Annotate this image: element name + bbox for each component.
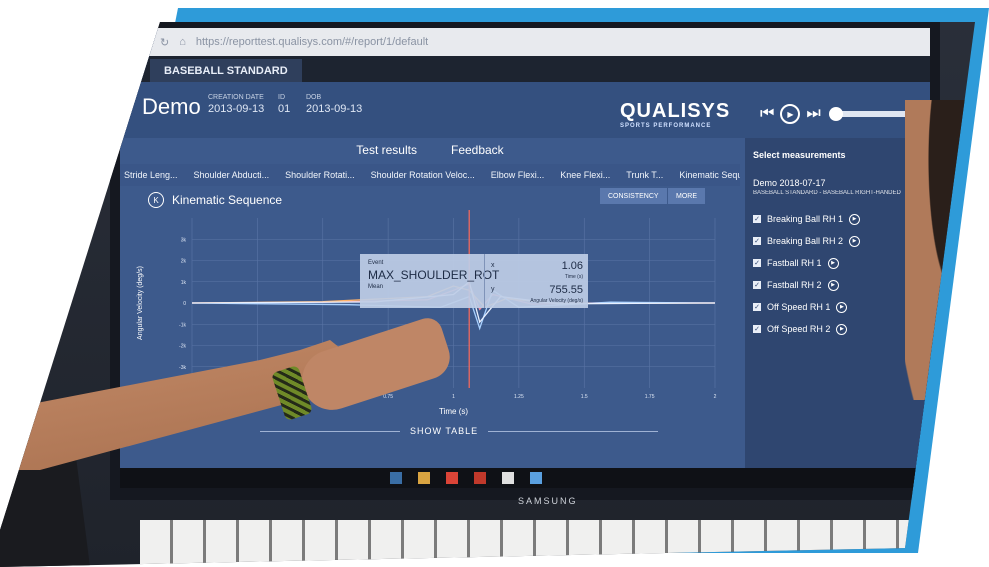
checkbox-icon[interactable]: ✓ bbox=[753, 281, 761, 289]
skip-back-icon[interactable]: ⏮ bbox=[760, 105, 774, 123]
y-tick-label: 0 bbox=[183, 301, 186, 307]
y-tick-label: -2k bbox=[179, 344, 186, 350]
monitor-brand: SAMSUNG bbox=[518, 496, 578, 506]
skip-forward-icon[interactable]: ⏭ bbox=[806, 105, 820, 123]
sidebar-session: Demo 2018-07-17 BASEBALL STANDARD - BASE… bbox=[753, 178, 901, 196]
more-button[interactable]: MORE bbox=[668, 188, 705, 204]
kinematic-icon: K bbox=[148, 192, 164, 208]
chart-tooltip: Event MAX_SHOULDER_ROT Mean x 1.06 Time … bbox=[360, 254, 588, 308]
tab-knee-flexion[interactable]: Knee Flexi... bbox=[560, 170, 610, 180]
tab-shoulder-abduction[interactable]: Shoulder Abducti... bbox=[194, 170, 270, 180]
checkbox-icon[interactable]: ✓ bbox=[753, 215, 761, 223]
meta-id: ID 01 bbox=[278, 94, 291, 115]
tab-elbow-flexion[interactable]: Elbow Flexi... bbox=[491, 170, 545, 180]
play-icon[interactable]: ▶ bbox=[849, 213, 861, 225]
x-tick-label: 1.25 bbox=[514, 394, 524, 400]
tab-kinematic-sequence[interactable]: Kinematic Sequence bbox=[679, 170, 740, 180]
divider-left bbox=[260, 431, 400, 432]
play-icon[interactable]: ▶ bbox=[849, 235, 861, 247]
consistency-button[interactable]: CONSISTENCY bbox=[600, 188, 667, 204]
page-title: Demo bbox=[142, 94, 201, 119]
tooltip-event-label: Event bbox=[368, 260, 384, 266]
checkbox-icon[interactable]: ✓ bbox=[753, 237, 761, 245]
tooltip-event-name: MAX_SHOULDER_ROT bbox=[368, 268, 500, 282]
tab-shoulder-rotation[interactable]: Shoulder Rotati... bbox=[285, 170, 355, 180]
tab-test-results[interactable]: Test results bbox=[356, 143, 417, 157]
x-axis-label: Time (s) bbox=[439, 407, 468, 416]
y-axis-label: Angular Velocity (deg/s) bbox=[137, 266, 144, 340]
url-text[interactable]: https://reporttest.qualisys.com/#/report… bbox=[196, 36, 428, 48]
panel-title: K Kinematic Sequence bbox=[148, 192, 282, 208]
tooltip-x-label: x bbox=[491, 262, 495, 269]
y-tick-label: 3k bbox=[181, 237, 187, 243]
results-nav: Test results Feedback bbox=[120, 138, 740, 162]
play-icon[interactable]: ▶ bbox=[780, 104, 801, 124]
show-table-button[interactable]: SHOW TABLE bbox=[410, 426, 478, 436]
list-item[interactable]: ✓ Fastball RH 1 ▶ bbox=[753, 252, 922, 274]
explorer-icon[interactable] bbox=[390, 472, 402, 484]
play-icon[interactable]: ▶ bbox=[827, 257, 839, 269]
qualisys-logo: QUALISYS SPORTS PERFORMANCE bbox=[620, 100, 731, 129]
checkbox-icon[interactable]: ✓ bbox=[753, 303, 761, 311]
play-icon[interactable]: ▶ bbox=[827, 279, 839, 291]
chrome-icon[interactable] bbox=[446, 472, 458, 484]
x-tick-label: 1 bbox=[452, 394, 455, 400]
x-tick-label: 1.5 bbox=[581, 394, 588, 400]
y-tick-label: 2k bbox=[181, 259, 187, 265]
tooltip-y-unit: Angular Velocity (deg/s) bbox=[530, 298, 583, 304]
tab-shoulder-rotation-velocity[interactable]: Shoulder Rotation Veloc... bbox=[371, 170, 475, 180]
tooltip-y-value: 755.55 bbox=[549, 284, 583, 296]
checkbox-icon[interactable]: ✓ bbox=[753, 259, 761, 267]
x-tick-label: 2 bbox=[714, 394, 717, 400]
y-tick-label: -1k bbox=[179, 322, 186, 328]
tab-baseball-standard[interactable]: BASEBALL STANDARD bbox=[150, 59, 302, 82]
tooltip-y-label: y bbox=[491, 286, 495, 293]
divider-right bbox=[488, 431, 658, 432]
photo: ↻ ⌂ https://reporttest.qualisys.com/#/re… bbox=[0, 22, 975, 567]
y-tick-label: 1k bbox=[181, 280, 187, 286]
tab-trunk[interactable]: Trunk T... bbox=[626, 170, 663, 180]
folder-icon[interactable] bbox=[418, 472, 430, 484]
x-tick-label: 1.75 bbox=[645, 394, 655, 400]
app-tabstrip: BASEBALL STANDARD bbox=[120, 56, 930, 82]
sidebar-title: Select measurements bbox=[753, 150, 846, 160]
browser-address-bar[interactable]: ↻ ⌂ https://reporttest.qualisys.com/#/re… bbox=[120, 28, 930, 56]
list-item[interactable]: ✓ Off Speed RH 1 ▶ bbox=[753, 296, 922, 318]
tooltip-event-sub: Mean bbox=[368, 284, 384, 290]
keyboard-foreground bbox=[140, 520, 920, 567]
report-header: Demo CREATION DATE 2013-09-13 ID 01 DOB 201… bbox=[120, 82, 930, 138]
tab-stride-length[interactable]: Stride Leng... bbox=[124, 170, 178, 180]
app-icon[interactable] bbox=[530, 472, 542, 484]
checkbox-icon[interactable]: ✓ bbox=[753, 325, 761, 333]
reload-icon[interactable]: ↻ bbox=[160, 36, 169, 49]
pdf-icon[interactable] bbox=[474, 472, 486, 484]
tooltip-x-unit: Time (s) bbox=[564, 274, 583, 280]
tooltip-x-value: 1.06 bbox=[561, 260, 583, 272]
play-icon[interactable]: ▶ bbox=[836, 301, 848, 313]
measurement-tabs: Stride Leng... Shoulder Abducti... Shoul… bbox=[120, 164, 740, 186]
list-item[interactable]: ✓ Breaking Ball RH 2 ▶ bbox=[753, 230, 922, 252]
meta-dob: DOB 2013-09-13 bbox=[306, 94, 363, 115]
list-item[interactable]: ✓ Fastball RH 2 ▶ bbox=[753, 274, 922, 296]
x-tick-label: 0.75 bbox=[383, 394, 393, 400]
play-icon[interactable]: ▶ bbox=[836, 323, 848, 335]
os-taskbar bbox=[120, 468, 930, 488]
list-item[interactable]: ✓ Breaking Ball RH 1 ▶ bbox=[753, 208, 922, 230]
measurement-list: ✓ Breaking Ball RH 1 ▶ ✓ Breaking Ball RH 2… bbox=[745, 208, 930, 340]
app-icon[interactable] bbox=[502, 472, 514, 484]
meta-creation-date: CREATION DATE 2013-09-13 bbox=[208, 94, 265, 115]
home-icon[interactable]: ⌂ bbox=[179, 36, 186, 48]
list-item[interactable]: ✓ Off Speed RH 2 ▶ bbox=[753, 318, 922, 340]
y-tick-label: -3k bbox=[179, 365, 186, 371]
tab-feedback[interactable]: Feedback bbox=[451, 143, 504, 157]
measurement-sidebar: Select measurements Demo 2018-07-17 BASE… bbox=[745, 138, 930, 468]
